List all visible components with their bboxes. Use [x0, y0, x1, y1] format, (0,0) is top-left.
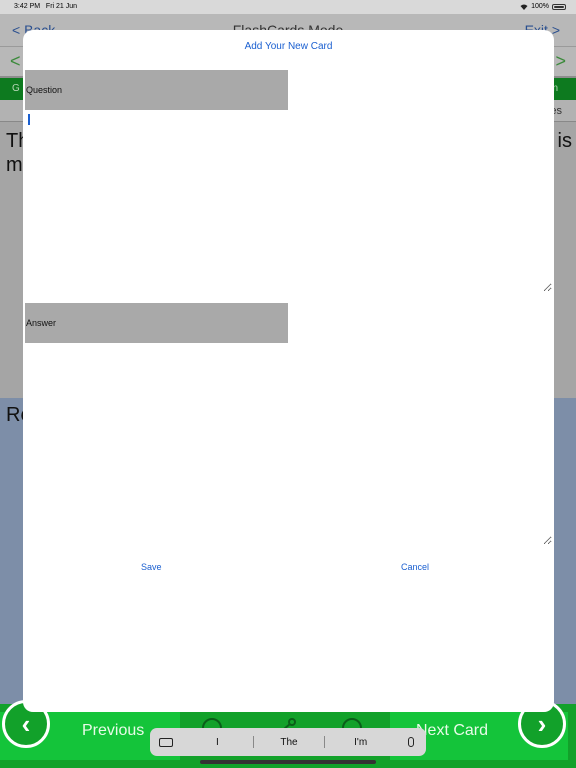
home-indicator[interactable] [200, 760, 376, 764]
date-text: Fri 21 Jun [45, 3, 78, 10]
next-card-label: Next Card [416, 722, 489, 739]
microphone-icon[interactable] [396, 728, 426, 756]
keyboard-icon[interactable] [150, 728, 182, 756]
status-right: 100% [520, 3, 566, 10]
modal-title: Add Your New Card [244, 41, 333, 52]
save-button[interactable]: Save [141, 562, 162, 572]
left-arrow-icon[interactable]: < [10, 51, 21, 72]
battery-icon [552, 3, 566, 10]
previous-label: Previous [82, 722, 145, 739]
cancel-button[interactable]: Cancel [401, 562, 429, 572]
right-arrow-icon[interactable]: > [555, 51, 566, 72]
status-bar: 3:42 PM Fri 21 Jun 100% [0, 0, 576, 14]
next-arrow-glyph: › [537, 708, 547, 739]
question-text-tail: is [557, 130, 572, 152]
answer-input[interactable] [25, 345, 552, 545]
suggestion-2[interactable]: The [254, 737, 325, 748]
question-label-bar: Question [25, 70, 288, 110]
mic-glyph [408, 737, 415, 747]
question-label: Question [26, 85, 63, 95]
wifi-icon [520, 4, 528, 10]
question-input[interactable] [25, 112, 552, 292]
keyboard-suggestion-bar: I The I'm [150, 728, 426, 756]
suggestion-3[interactable]: I'm [325, 737, 396, 748]
add-card-modal: Add Your New Card Question Answer Save C… [23, 30, 554, 712]
time-text: 3:42 PM [14, 3, 41, 10]
answer-label: Answer [26, 318, 57, 328]
prev-arrow-glyph: ‹ [21, 708, 31, 739]
battery-percent: 100% [531, 3, 549, 10]
keyboard-glyph [159, 737, 173, 747]
answer-label-bar: Answer [25, 303, 288, 343]
question-text-line2: m [6, 154, 23, 176]
green-row-left-text: G [12, 83, 20, 94]
status-time: 3:42 PM Fri 21 Jun [14, 3, 77, 10]
suggestion-1[interactable]: I [182, 737, 253, 748]
